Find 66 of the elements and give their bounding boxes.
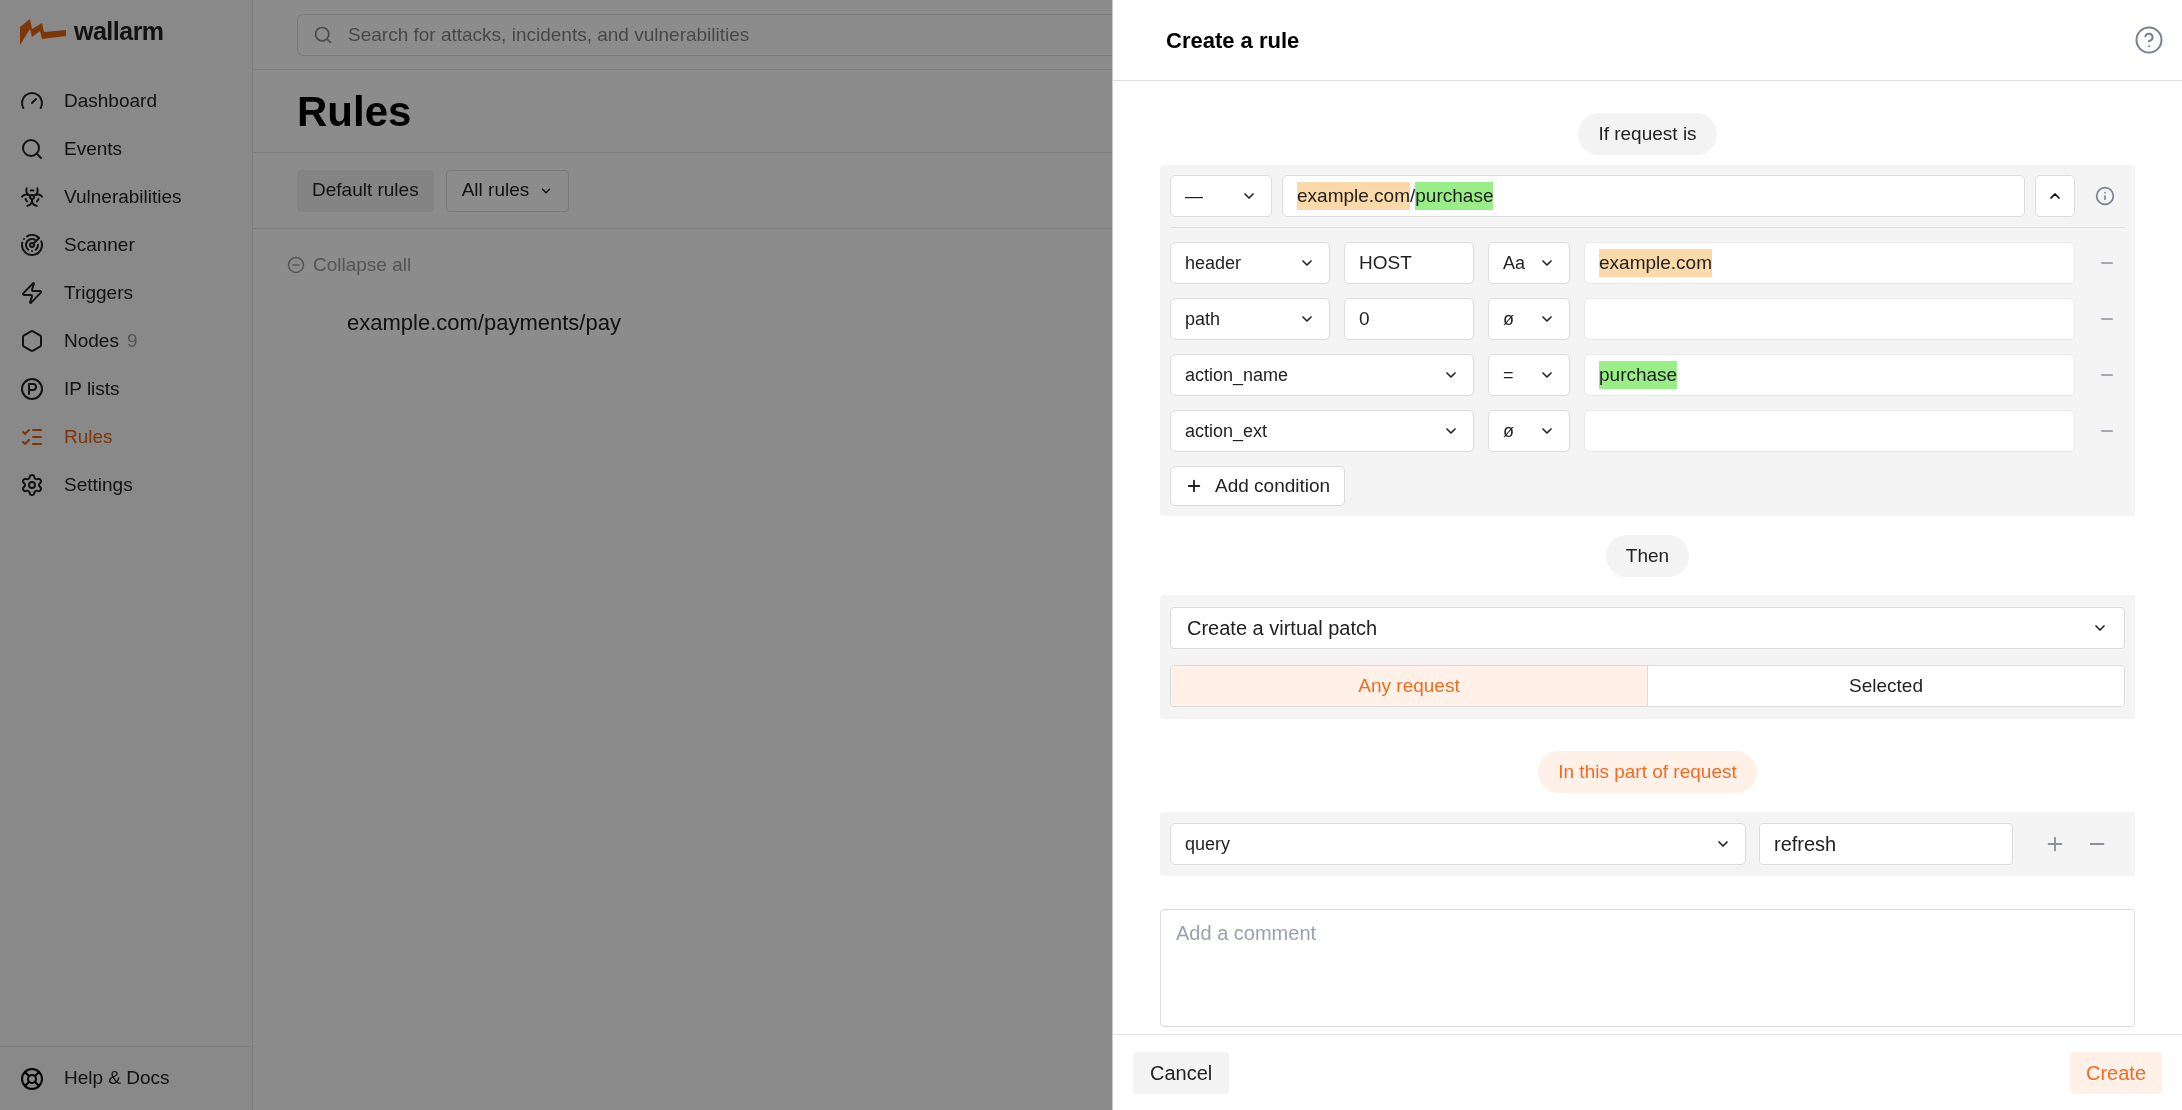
highlighted-text: purchase <box>1415 181 1494 211</box>
lightning-icon <box>20 281 44 305</box>
operator-select[interactable]: ø <box>1488 410 1570 452</box>
nav-label: Vulnerabilities <box>64 184 182 209</box>
nav-item[interactable]: Dashboard <box>0 77 252 125</box>
help-icon[interactable] <box>2134 25 2164 55</box>
operator-select[interactable]: Aa <box>1488 242 1570 284</box>
scope-tab[interactable]: Selected <box>1647 666 2124 706</box>
nav-label: IP lists <box>64 376 120 401</box>
cancel-button[interactable]: Cancel <box>1133 1051 1230 1094</box>
operator-select[interactable]: ø <box>1488 298 1570 340</box>
value-input[interactable]: example.com <box>1584 242 2075 284</box>
nav-label: Triggers <box>64 280 133 305</box>
section-label: Then <box>1605 535 1690 577</box>
field-select[interactable]: action_ext <box>1170 410 1474 452</box>
nav-item[interactable]: Triggers <box>0 269 252 317</box>
page-title: Rules <box>297 86 412 137</box>
parking-circle-icon <box>20 377 44 401</box>
collapse-icon <box>287 256 305 275</box>
key-input[interactable]: 0 <box>1344 298 1474 340</box>
search-icon <box>20 137 44 161</box>
info-icon[interactable] <box>2095 186 2115 206</box>
nav-label: Scanner <box>64 232 135 257</box>
rule-path[interactable]: example.com/payments/pay <box>287 305 1078 339</box>
help-link[interactable]: Help & Docs <box>64 1064 170 1093</box>
plus-icon <box>1185 477 1203 495</box>
hexagon-icon <box>20 329 44 353</box>
logo-icon <box>20 19 66 45</box>
biohazard-icon <box>20 185 44 209</box>
value-input[interactable]: purchase <box>1584 354 2075 396</box>
radar-icon <box>20 233 44 257</box>
path-input[interactable]: example.com/purchase <box>1282 175 2025 217</box>
field-select[interactable]: action_name <box>1170 354 1474 396</box>
comment-field[interactable]: Add a comment <box>1160 909 2135 1027</box>
operator-select[interactable]: — <box>1170 175 1272 217</box>
filter-dropdown[interactable]: All rules <box>445 169 570 212</box>
search-icon <box>313 24 333 45</box>
action-select[interactable]: Create a virtual patch <box>1170 607 2125 649</box>
nav-item[interactable]: Scanner <box>0 221 252 269</box>
collapse-button[interactable] <box>2035 175 2075 217</box>
lifebuoy-icon <box>20 1066 44 1091</box>
operator-select[interactable]: = <box>1488 354 1570 396</box>
default-rules-button[interactable]: Default rules <box>297 169 434 212</box>
nav-label: Dashboard <box>64 88 157 113</box>
part-value-input[interactable]: refresh <box>1759 823 2013 865</box>
nav-item[interactable]: IP lists <box>0 365 252 413</box>
drawer-title: Create a rule <box>1166 26 1300 55</box>
path-text: / <box>1410 183 1416 208</box>
nav-label: Nodes <box>64 328 119 353</box>
field-select[interactable]: header <box>1170 242 1330 284</box>
nav-item[interactable]: Settings <box>0 461 252 509</box>
search-field[interactable]: Search for attacks, incidents, and vulnerabilities <box>297 13 1112 56</box>
part-select[interactable]: query <box>1170 823 1746 865</box>
settings-icon <box>20 473 44 497</box>
field-select[interactable]: path <box>1170 298 1330 340</box>
nav-item[interactable]: Events <box>0 125 252 173</box>
nav-label: Settings <box>64 472 133 497</box>
add-condition-button[interactable]: Add condition <box>1170 466 1346 506</box>
brand-name: wallarm <box>74 16 164 48</box>
key-input[interactable]: HOST <box>1344 242 1474 284</box>
nav-label: Events <box>64 136 123 161</box>
section-label: In this part of request <box>1538 751 1757 793</box>
nav-label: Rules <box>64 424 113 449</box>
highlighted-text: example.com <box>1297 181 1410 211</box>
nav-item[interactable]: Vulnerabilities <box>0 173 252 221</box>
section-label: If request is <box>1578 113 1717 155</box>
